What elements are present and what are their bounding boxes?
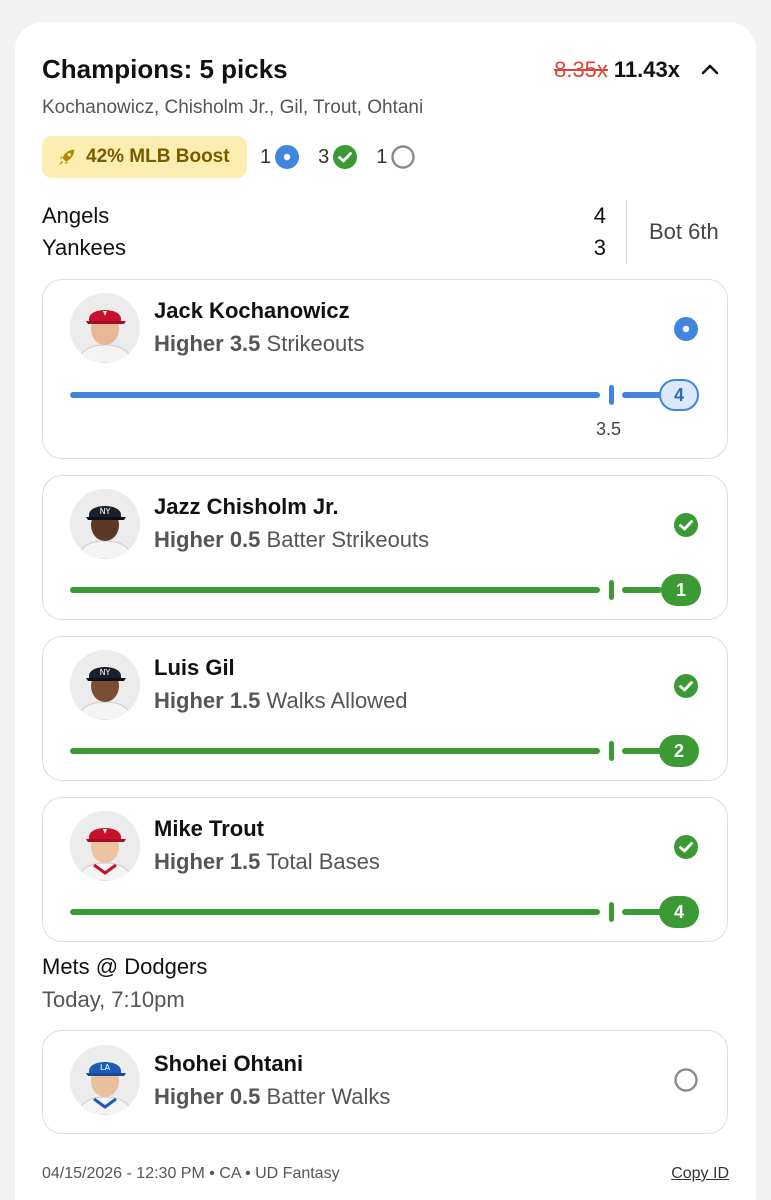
chevron-up-icon[interactable] xyxy=(698,58,722,82)
pick-direction: Higher xyxy=(154,1084,224,1109)
game1-team2: Yankees xyxy=(42,235,126,260)
pick-line-value: 0.5 xyxy=(229,1084,261,1109)
check-icon xyxy=(674,835,698,859)
line-marker xyxy=(609,580,614,600)
player-avatar xyxy=(70,811,140,881)
pick-stat: Batter Strikeouts xyxy=(266,527,430,552)
pick-status-counts: 1 3 1 xyxy=(260,144,424,170)
pick-card-chisholm[interactable]: NY Jazz Chisholm Jr. Higher 0.5 Batter S… xyxy=(42,475,728,620)
live-count: 1 xyxy=(260,144,300,170)
svg-text:LA: LA xyxy=(100,1063,111,1072)
player-name: Jack Kochanowicz xyxy=(154,298,350,323)
boost-badge: 42% MLB Boost xyxy=(42,136,247,178)
game2-matchup: Mets @ Dodgers xyxy=(42,954,208,979)
game1-team1: Angels xyxy=(42,203,110,228)
new-multiplier: 11.43x xyxy=(613,57,680,82)
pick-stat: Total Bases xyxy=(266,849,380,874)
copy-id-link[interactable]: Copy ID xyxy=(671,1165,729,1183)
pick-line-value: 1.5 xyxy=(229,849,261,874)
game2-time: Today, 7:10pm xyxy=(42,987,185,1012)
progress-bar xyxy=(70,748,600,754)
entry-card: Champions: 5 picks 8.35x 11.43x Kochanow… xyxy=(15,22,756,1200)
progress-bar-tail xyxy=(622,748,662,754)
live-status-icon xyxy=(275,145,300,169)
live-count-value: 1 xyxy=(260,145,272,168)
progress-bar xyxy=(70,587,600,593)
pick-line: Higher 0.5 Batter Walks xyxy=(154,1084,390,1110)
pick-line: Higher 1.5 Walks Allowed xyxy=(154,688,408,714)
pick-direction: Higher xyxy=(154,331,224,356)
pick-card-gil[interactable]: NY Luis Gil Higher 1.5 Walks Allowed 2 xyxy=(42,636,728,781)
pending-status-icon xyxy=(391,145,416,169)
check-icon xyxy=(674,513,698,537)
pick-direction: Higher xyxy=(154,527,224,552)
pick-direction: Higher xyxy=(154,688,224,713)
pick-card-kochanowicz[interactable]: Jack Kochanowicz Higher 3.5 Strikeouts 4… xyxy=(42,279,728,459)
pick-line-value: 0.5 xyxy=(229,527,261,552)
svg-text:NY: NY xyxy=(100,668,111,677)
player-avatar: LA xyxy=(70,1045,140,1115)
pending-count: 1 xyxy=(376,144,416,170)
boost-label: 42% MLB Boost xyxy=(86,146,230,167)
entry-meta: 04/15/2026 - 12:30 PM • CA • UD Fantasy xyxy=(42,1165,340,1182)
player-headshot-icon: NY xyxy=(70,489,140,559)
player-headshot-icon xyxy=(70,293,140,363)
player-headshot-icon: LA xyxy=(70,1045,140,1115)
pick-direction: Higher xyxy=(154,849,224,874)
pick-stat: Batter Walks xyxy=(266,1084,391,1109)
old-multiplier: 8.35x xyxy=(554,57,608,82)
pick-card-trout[interactable]: Mike Trout Higher 1.5 Total Bases 4 xyxy=(42,797,728,942)
pick-line: Higher 1.5 Total Bases xyxy=(154,849,380,875)
progress-bar xyxy=(70,909,600,915)
current-value-badge: 1 xyxy=(661,574,701,606)
player-avatar: NY xyxy=(70,650,140,720)
entry-title: Champions: 5 picks xyxy=(42,54,288,84)
current-value-badge: 4 xyxy=(659,379,699,411)
player-avatar xyxy=(70,293,140,363)
line-marker xyxy=(609,741,614,761)
live-status-icon xyxy=(674,317,698,341)
pick-stat: Walks Allowed xyxy=(266,688,408,713)
current-value-badge: 2 xyxy=(659,735,699,767)
player-name: Shohei Ohtani xyxy=(154,1051,304,1076)
game1-inning: Bot 6th xyxy=(649,219,719,244)
progress-bar-tail xyxy=(622,587,662,593)
player-avatar: NY xyxy=(70,489,140,559)
check-icon xyxy=(674,674,698,698)
won-count-value: 3 xyxy=(318,145,330,168)
pick-stat: Strikeouts xyxy=(266,331,365,356)
svg-text:NY: NY xyxy=(100,507,111,516)
player-headshot-icon xyxy=(70,811,140,881)
current-value-badge: 4 xyxy=(659,896,699,928)
game1-score2: 3 xyxy=(593,235,606,260)
line-marker xyxy=(609,385,614,405)
progress-bar-tail xyxy=(622,392,662,398)
progress-bar xyxy=(70,392,600,398)
player-name: Luis Gil xyxy=(154,655,235,680)
player-name: Jazz Chisholm Jr. xyxy=(154,494,339,519)
check-icon xyxy=(333,145,358,169)
score-divider xyxy=(626,200,627,264)
line-marker xyxy=(609,902,614,922)
pick-line: Higher 0.5 Batter Strikeouts xyxy=(154,527,429,553)
line-label: 3.5 xyxy=(596,419,622,439)
pick-line: Higher 3.5 Strikeouts xyxy=(154,331,364,357)
progress-bar-tail xyxy=(622,909,662,915)
player-headshot-icon: NY xyxy=(70,650,140,720)
pending-status-icon xyxy=(674,1068,698,1092)
rocket-icon xyxy=(58,149,75,166)
pick-line-value: 1.5 xyxy=(229,688,261,713)
game1-score1: 4 xyxy=(593,203,606,228)
pick-card-ohtani[interactable]: LA Shohei Ohtani Higher 0.5 Batter Walks xyxy=(42,1030,728,1134)
player-name: Mike Trout xyxy=(154,816,265,841)
entry-players: Kochanowicz, Chisholm Jr., Gil, Trout, O… xyxy=(42,97,424,118)
multiplier: 8.35x 11.43x xyxy=(554,57,680,83)
won-count: 3 xyxy=(318,144,358,170)
pick-line-value: 3.5 xyxy=(229,331,261,356)
pending-count-value: 1 xyxy=(376,145,388,168)
